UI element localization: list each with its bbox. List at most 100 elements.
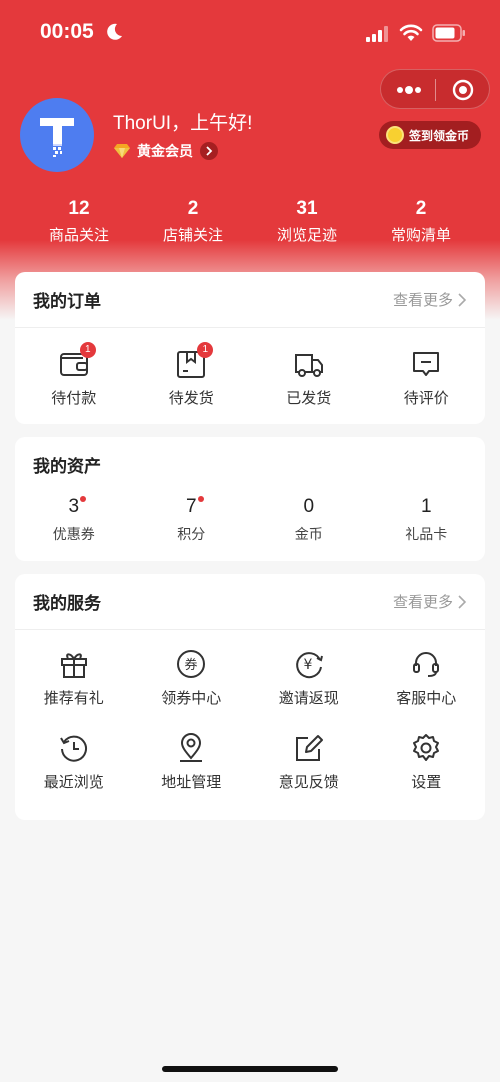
home-indicator[interactable] — [162, 1066, 338, 1072]
order-label: 待付款 — [51, 389, 97, 407]
asset-item-gift-card[interactable]: 1 礼品卡 — [368, 496, 486, 544]
diamond-icon — [114, 144, 130, 158]
asset-item-gold-coins[interactable]: 0 金币 — [250, 496, 368, 544]
order-item-shipped[interactable]: 已发货 — [250, 348, 368, 408]
stat-label: 常购清单 — [390, 226, 451, 244]
stat-item[interactable]: 2 常购清单 — [371, 198, 471, 245]
stat-item[interactable]: 2 店铺关注 — [143, 198, 243, 245]
order-label: 待评价 — [403, 389, 449, 407]
asset-value: 7 — [186, 496, 204, 518]
assets-grid: 3 优惠券 7 积分 0 金币 1 礼品卡 — [15, 492, 485, 544]
feedback-icon — [293, 732, 325, 764]
orders-header: 我的订单 查看更多 — [15, 272, 485, 327]
capsule-divider — [435, 79, 436, 101]
stat-value: 12 — [68, 198, 90, 219]
asset-label: 优惠券 — [52, 527, 95, 543]
orders-title: 我的订单 — [33, 292, 101, 312]
new-dot — [80, 496, 87, 502]
chevron-right-icon — [200, 142, 218, 160]
comment-icon — [410, 348, 442, 380]
moon-icon — [107, 23, 122, 40]
asset-item-points[interactable]: 7 积分 — [133, 496, 251, 544]
asset-value: 0 — [303, 496, 315, 517]
stat-item[interactable]: 12 商品关注 — [29, 198, 129, 245]
thorui-logo-icon — [40, 118, 74, 157]
orders-grid: 1 待付款 1 待发货 已发货 待评价 — [15, 328, 485, 408]
svg-text:¥: ¥ — [303, 657, 312, 673]
truck-icon — [293, 348, 325, 380]
service-item-settings[interactable]: 设置 — [368, 732, 486, 792]
services-card: 我的服务 查看更多 推荐有礼 券 领券中心 ¥ 邀请返现 客服中心 最近浏览 地… — [15, 574, 485, 820]
asset-label: 金币 — [294, 527, 323, 543]
service-item-feedback[interactable]: 意见反馈 — [250, 732, 368, 792]
services-more-link[interactable]: 查看更多 — [393, 591, 467, 612]
stat-value: 2 — [415, 198, 427, 219]
order-item-pending-payment[interactable]: 1 待付款 — [15, 342, 133, 408]
orders-more-link[interactable]: 查看更多 — [393, 289, 467, 310]
svg-text:券: 券 — [185, 657, 198, 673]
stat-value: 2 — [187, 198, 199, 219]
stat-label: 浏览足迹 — [276, 226, 337, 244]
asset-label: 礼品卡 — [405, 527, 448, 543]
order-item-to-ship[interactable]: 1 待发货 — [133, 342, 251, 408]
history-icon — [58, 732, 90, 764]
assets-card: 我的资产 3 优惠券 7 积分 0 金币 1 礼品卡 — [15, 437, 485, 561]
wifi-icon — [399, 24, 423, 41]
battery-icon — [432, 24, 465, 42]
more-label: 查看更多 — [392, 593, 453, 611]
new-dot — [197, 496, 204, 502]
member-level[interactable]: 黄金会员 — [113, 140, 218, 162]
stat-item[interactable]: 31 浏览足迹 — [257, 198, 357, 245]
order-label: 已发货 — [286, 389, 332, 407]
service-label: 意见反馈 — [278, 773, 339, 791]
stat-value: 31 — [296, 198, 318, 219]
asset-value: 3 — [68, 496, 87, 518]
chevron-right-icon — [458, 594, 467, 609]
assets-title: 我的资产 — [33, 457, 101, 477]
asset-item-coupons[interactable]: 3 优惠券 — [15, 496, 133, 544]
coin-icon — [386, 126, 404, 144]
service-item-history[interactable]: 最近浏览 — [15, 732, 133, 792]
headset-icon — [410, 648, 442, 680]
asset-label: 积分 — [177, 527, 206, 543]
orders-card: 我的订单 查看更多 1 待付款 1 待发货 已发货 待评价 — [15, 272, 485, 424]
service-label: 推荐有礼 — [43, 689, 104, 707]
cashback-icon: ¥ — [293, 648, 325, 680]
checkin-button[interactable]: 签到领金币 — [379, 121, 481, 149]
more-label: 查看更多 — [392, 291, 453, 309]
order-badge: 1 — [79, 342, 96, 358]
service-item-address[interactable]: 地址管理 — [133, 732, 251, 792]
order-item-to-review[interactable]: 待评价 — [368, 348, 486, 408]
gift-icon — [58, 648, 90, 680]
signal-icon — [366, 26, 388, 42]
service-label: 设置 — [411, 773, 442, 791]
status-time: 00:05 — [40, 20, 94, 43]
username-greeting: ThorUI，上午好! — [113, 113, 253, 134]
checkin-label: 签到领金币 — [409, 128, 470, 143]
more-icon[interactable] — [395, 82, 423, 98]
stat-label: 店铺关注 — [162, 226, 223, 244]
wallet-icon: 1 — [58, 342, 96, 380]
service-item-cashback[interactable]: ¥ 邀请返现 — [250, 648, 368, 708]
order-label: 待发货 — [168, 389, 214, 407]
service-item-referral[interactable]: 推荐有礼 — [15, 648, 133, 708]
stats-row: 12 商品关注 2 店铺关注 31 浏览足迹 2 常购清单 — [0, 198, 500, 245]
miniprogram-capsule — [380, 69, 490, 109]
location-icon — [175, 732, 207, 764]
avatar[interactable] — [20, 98, 94, 172]
service-label: 邀请返现 — [278, 689, 339, 707]
close-miniprogram-icon[interactable] — [452, 79, 474, 101]
service-item-customer-service[interactable]: 客服中心 — [368, 648, 486, 708]
services-title: 我的服务 — [33, 594, 101, 614]
coupon-icon: 券 — [175, 648, 207, 680]
member-label: 黄金会员 — [137, 144, 193, 160]
services-grid: 推荐有礼 券 领券中心 ¥ 邀请返现 客服中心 最近浏览 地址管理 意见反馈 设… — [15, 630, 485, 792]
service-label: 客服中心 — [396, 689, 457, 707]
assets-header: 我的资产 — [15, 437, 485, 492]
service-label: 地址管理 — [161, 773, 222, 791]
stat-label: 商品关注 — [48, 226, 109, 244]
service-item-coupon-center[interactable]: 券 领券中心 — [133, 648, 251, 708]
settings-icon — [410, 732, 442, 764]
package-icon: 1 — [175, 342, 214, 380]
service-label: 最近浏览 — [43, 773, 104, 791]
